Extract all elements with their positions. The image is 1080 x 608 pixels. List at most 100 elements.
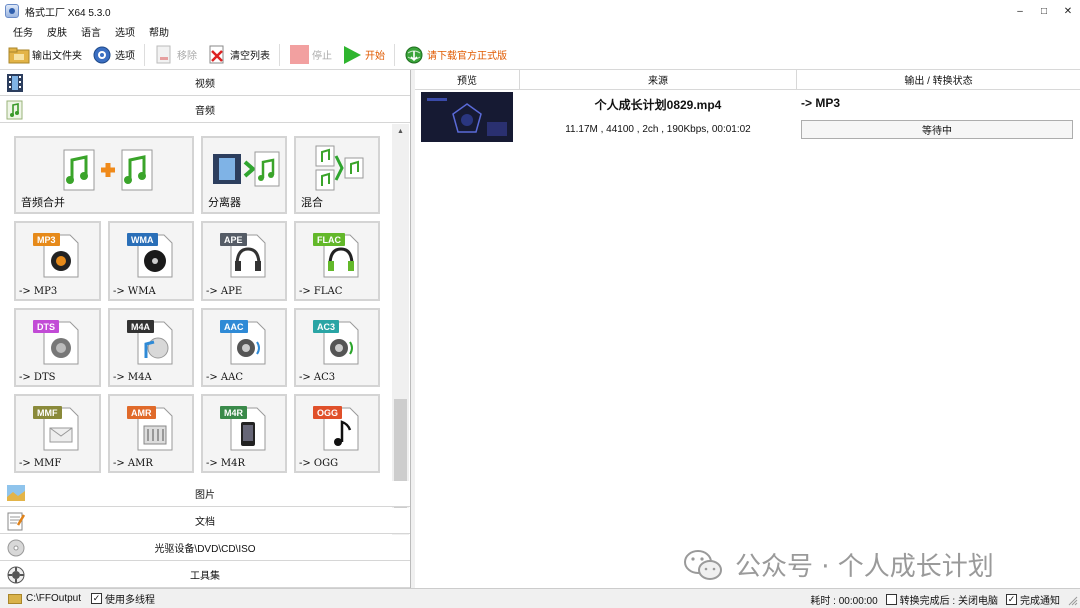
format-tile-ape[interactable]: APE -> APE — [201, 221, 287, 301]
menu-language[interactable]: 语言 — [74, 24, 108, 39]
format-tile-aac[interactable]: AAC -> AAC — [201, 308, 287, 387]
folder-icon[interactable] — [8, 593, 22, 604]
format-label-ogg: -> OGG — [299, 458, 339, 469]
wechat-icon — [684, 549, 722, 580]
close-button[interactable]: ✕ — [1056, 0, 1080, 22]
menu-skin[interactable]: 皮肤 — [40, 24, 74, 39]
task-list: 预览 来源 输出 / 转换状态 个人成长计划0829.mp4 11.17M , … — [415, 70, 1080, 588]
category-audio-label: 音频 — [195, 106, 215, 117]
after-done-label: 转换完成后 : 关闭电脑 — [899, 595, 998, 607]
splitter-tile[interactable]: 分离器 — [201, 136, 287, 214]
format-tag-ogg: OGG — [313, 406, 343, 419]
task-file-name: 个人成长计划0829.mp4 — [594, 98, 722, 112]
format-label-flac: -> FLAC — [299, 286, 343, 297]
audio-merge-tile[interactable]: 音频合并 — [14, 136, 194, 214]
menu-options[interactable]: 选项 — [108, 24, 142, 39]
maximize-button[interactable]: □ — [1032, 0, 1056, 22]
format-label-mp3: -> MP3 — [19, 286, 58, 297]
format-label-aac: -> AAC — [206, 372, 244, 383]
format-tile-mmf[interactable]: MMF -> MMF — [14, 394, 101, 473]
toolbar: 输出文件夹 选项 移除 清空列表 停止 开始 请下载官方正式版 — [0, 40, 1080, 70]
format-tile-ac3[interactable]: AC3 -> AC3 — [294, 308, 380, 387]
film-icon — [6, 73, 26, 93]
format-label-m4a: -> M4A — [113, 372, 152, 383]
category-document-label: 文档 — [195, 517, 215, 528]
notify-label: 完成通知 — [1020, 595, 1060, 607]
format-tile-m4a[interactable]: M4A -> M4A — [108, 308, 194, 387]
watermark: 公众号 · 个人成长计划 — [683, 546, 994, 583]
format-tile-dts[interactable]: DTS -> DTS — [14, 308, 101, 387]
category-video-label: 视频 — [195, 79, 215, 90]
menu-bar: 任务 皮肤 语言 选项 帮助 — [0, 22, 1080, 40]
task-status-button[interactable]: 等待中 — [801, 120, 1073, 139]
mix-tile[interactable]: 混合 — [294, 136, 380, 214]
folder-icon — [8, 44, 30, 66]
column-preview[interactable]: 预览 — [415, 70, 520, 90]
category-image[interactable]: 图片 — [0, 481, 410, 507]
format-tile-flac[interactable]: FLAC -> FLAC — [294, 221, 380, 301]
category-image-label: 图片 — [195, 490, 215, 501]
splitter-label: 分离器 — [208, 196, 241, 209]
menu-task[interactable]: 任务 — [6, 24, 40, 39]
audio-merge-label: 音频合并 — [21, 196, 65, 209]
clear-list-label: 清空列表 — [230, 51, 270, 62]
format-label-mmf: -> MMF — [19, 458, 62, 469]
column-output-status[interactable]: 输出 / 转换状态 — [797, 70, 1080, 90]
notify-checkbox[interactable]: ✓ — [1006, 593, 1017, 605]
menu-help[interactable]: 帮助 — [142, 24, 176, 39]
window-title: 格式工厂 X64 5.3.0 — [25, 7, 111, 19]
after-done-checkbox[interactable] — [885, 593, 897, 605]
disc-drive-icon — [6, 538, 26, 558]
document-icon — [6, 511, 26, 531]
format-tag-wma: WMA — [127, 233, 158, 246]
format-tag-m4a: M4A — [127, 320, 155, 333]
clear-list-button[interactable]: 清空列表 — [206, 43, 270, 67]
mix-label: 混合 — [301, 196, 323, 209]
toolbar-divider — [144, 43, 145, 66]
scroll-up-arrow-icon[interactable]: ▲ — [392, 124, 409, 138]
multithread-checkbox[interactable]: ✓ — [91, 593, 103, 604]
category-document[interactable]: 文档 — [0, 508, 410, 534]
format-tile-mp3[interactable]: MP3 -> MP3 — [14, 221, 101, 301]
start-label: 开始 — [365, 51, 385, 62]
remove-button[interactable]: 移除 — [153, 43, 197, 67]
format-tile-m4r[interactable]: M4R -> M4R — [201, 394, 287, 473]
format-tile-amr[interactable]: AMR -> AMR — [108, 394, 194, 473]
format-label-wma: -> WMA — [113, 286, 156, 297]
task-file-info: 11.17M , 44100 , 2ch , 190Kbps, 00:01:02 — [565, 124, 751, 135]
resize-grip-icon[interactable] — [1068, 596, 1078, 606]
download-official-button[interactable]: 请下载官方正式版 — [403, 43, 507, 67]
video-thumbnail — [421, 92, 513, 142]
format-label-m4r: -> M4R — [206, 458, 246, 469]
output-folder-button[interactable]: 输出文件夹 — [8, 43, 82, 67]
toolbox-icon — [6, 565, 26, 585]
output-path[interactable]: C:\FFOutput — [26, 593, 81, 604]
format-tag-ape: APE — [220, 233, 247, 246]
options-button[interactable]: 选项 — [91, 43, 135, 67]
column-source[interactable]: 来源 — [520, 70, 797, 90]
category-optical[interactable]: 光驱设备\DVD\CD\ISO — [0, 535, 410, 561]
mix-icon — [315, 145, 364, 191]
category-audio[interactable]: 音频 — [0, 97, 410, 123]
splitter-icon — [213, 151, 280, 187]
options-label: 选项 — [115, 51, 135, 62]
format-tile-ogg[interactable]: OGG -> OGG — [294, 394, 380, 473]
format-tile-wma[interactable]: WMA -> WMA — [108, 221, 194, 301]
format-tag-m4r: M4R — [220, 406, 248, 419]
download-official-label: 请下载官方正式版 — [427, 51, 507, 62]
format-tag-dts: DTS — [33, 320, 59, 333]
format-label-ac3: -> AC3 — [299, 372, 336, 383]
stop-button[interactable]: 停止 — [288, 43, 332, 67]
format-label-amr: -> AMR — [113, 458, 153, 469]
format-tag-mp3: MP3 — [33, 233, 60, 246]
output-folder-label: 输出文件夹 — [32, 51, 82, 62]
category-optical-label: 光驱设备\DVD\CD\ISO — [154, 544, 256, 555]
format-tag-mmf: MMF — [33, 406, 62, 419]
minimize-button[interactable]: – — [1008, 0, 1032, 22]
start-button[interactable]: 开始 — [341, 43, 385, 67]
format-tag-amr: AMR — [127, 406, 156, 419]
category-tools[interactable]: 工具集 — [0, 562, 410, 588]
gear-icon — [91, 44, 113, 66]
category-video[interactable]: 视频 — [0, 70, 410, 96]
stop-icon — [288, 44, 310, 66]
